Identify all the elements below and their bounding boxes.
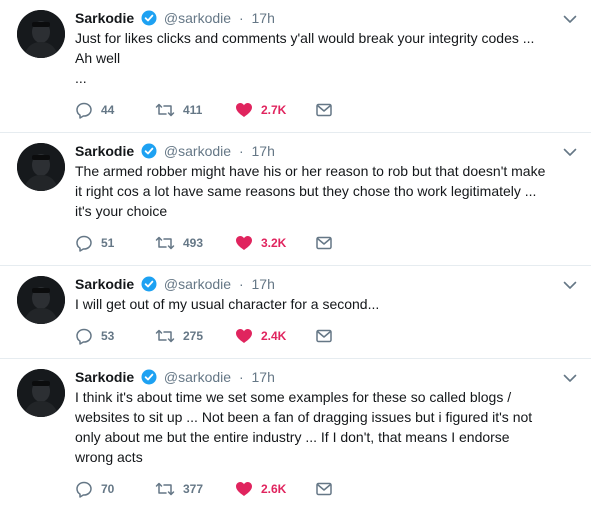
separator-dot: · [238,369,244,385]
chevron-down-icon[interactable] [561,369,579,387]
retweet-button[interactable]: 275 [155,327,235,345]
reply-icon [75,234,93,252]
like-button[interactable]: 2.4K [235,327,315,345]
tweet-text: The armed robber might have his or her r… [75,163,550,219]
tweet-timeline: Sarkodie @sarkodie · 17h Just for likes … [0,0,591,511]
tweet-actions: 44 411 2.7K [75,100,551,132]
reply-button[interactable]: 51 [75,234,155,252]
like-count: 2.4K [261,329,287,343]
envelope-icon [315,327,333,345]
tweet[interactable]: Sarkodie @sarkodie · 17h Just for likes … [0,0,591,133]
retweet-icon [155,480,175,498]
chevron-down-icon[interactable] [561,10,579,28]
avatar[interactable] [17,143,65,191]
timestamp[interactable]: 17h [252,143,275,159]
reply-icon [75,327,93,345]
reply-icon [75,101,93,119]
retweet-icon [155,101,175,119]
retweet-count: 377 [183,482,204,496]
like-button[interactable]: 2.6K [235,480,315,498]
direct-message-button[interactable] [315,101,335,119]
timestamp[interactable]: 17h [252,276,275,292]
like-count: 2.7K [261,103,287,117]
verified-badge-icon [141,276,157,296]
author-name[interactable]: Sarkodie [75,10,134,26]
author-name[interactable]: Sarkodie [75,369,134,385]
retweet-icon [155,234,175,252]
reply-icon [75,480,93,498]
verified-badge-icon [141,10,157,30]
avatar[interactable] [17,10,65,58]
author-name[interactable]: Sarkodie [75,276,134,292]
retweet-button[interactable]: 377 [155,480,235,498]
verified-badge-icon [141,369,157,389]
timestamp[interactable]: 17h [252,369,275,385]
reply-button[interactable]: 44 [75,101,155,119]
retweet-icon [155,327,175,345]
tweet-text: Just for likes clicks and comments y'all… [75,30,535,86]
tweet[interactable]: Sarkodie @sarkodie · 17h The armed robbe… [0,133,591,266]
tweet-header: Sarkodie @sarkodie · 17h [75,133,551,160]
verified-badge-icon [141,143,157,163]
envelope-icon [315,480,333,498]
author-handle[interactable]: @sarkodie [164,143,231,159]
tweet[interactable]: Sarkodie @sarkodie · 17h I will get out … [0,266,591,359]
tweet-actions: 70 377 2.6K [75,479,551,511]
retweet-button[interactable]: 493 [155,234,235,252]
tweet-header: Sarkodie @sarkodie · 17h [75,266,551,293]
heart-filled-icon [235,327,253,345]
retweet-count: 411 [183,103,203,117]
tweet-header: Sarkodie @sarkodie · 17h [75,359,551,386]
tweet-text: I think it's about time we set some exam… [75,389,537,465]
direct-message-button[interactable] [315,327,335,345]
reply-button[interactable]: 70 [75,480,155,498]
chevron-down-icon[interactable] [561,276,579,294]
tweet-actions: 51 493 3.2K [75,233,551,265]
tweet-actions: 53 275 2.4K [75,326,551,358]
reply-count: 53 [101,329,115,343]
tweet-header: Sarkodie @sarkodie · 17h [75,0,551,27]
author-name[interactable]: Sarkodie [75,143,134,159]
heart-filled-icon [235,234,253,252]
like-count: 3.2K [261,236,287,250]
heart-filled-icon [235,480,253,498]
avatar[interactable] [17,276,65,324]
chevron-down-icon[interactable] [561,143,579,161]
tweet[interactable]: Sarkodie @sarkodie · 17h I think it's ab… [0,359,591,511]
direct-message-button[interactable] [315,234,335,252]
author-handle[interactable]: @sarkodie [164,276,231,292]
author-handle[interactable]: @sarkodie [164,10,231,26]
timestamp[interactable]: 17h [252,10,275,26]
retweet-count: 275 [183,329,204,343]
envelope-icon [315,234,333,252]
direct-message-button[interactable] [315,480,335,498]
like-button[interactable]: 2.7K [235,101,315,119]
avatar[interactable] [17,369,65,417]
reply-button[interactable]: 53 [75,327,155,345]
reply-count: 51 [101,236,115,250]
reply-count: 70 [101,482,115,496]
heart-filled-icon [235,101,253,119]
reply-count: 44 [101,103,115,117]
tweet-text: I will get out of my usual character for… [75,296,380,312]
separator-dot: · [238,143,244,159]
envelope-icon [315,101,333,119]
like-count: 2.6K [261,482,287,496]
author-handle[interactable]: @sarkodie [164,369,231,385]
separator-dot: · [238,276,244,292]
retweet-count: 493 [183,236,204,250]
separator-dot: · [238,10,244,26]
like-button[interactable]: 3.2K [235,234,315,252]
retweet-button[interactable]: 411 [155,101,235,119]
